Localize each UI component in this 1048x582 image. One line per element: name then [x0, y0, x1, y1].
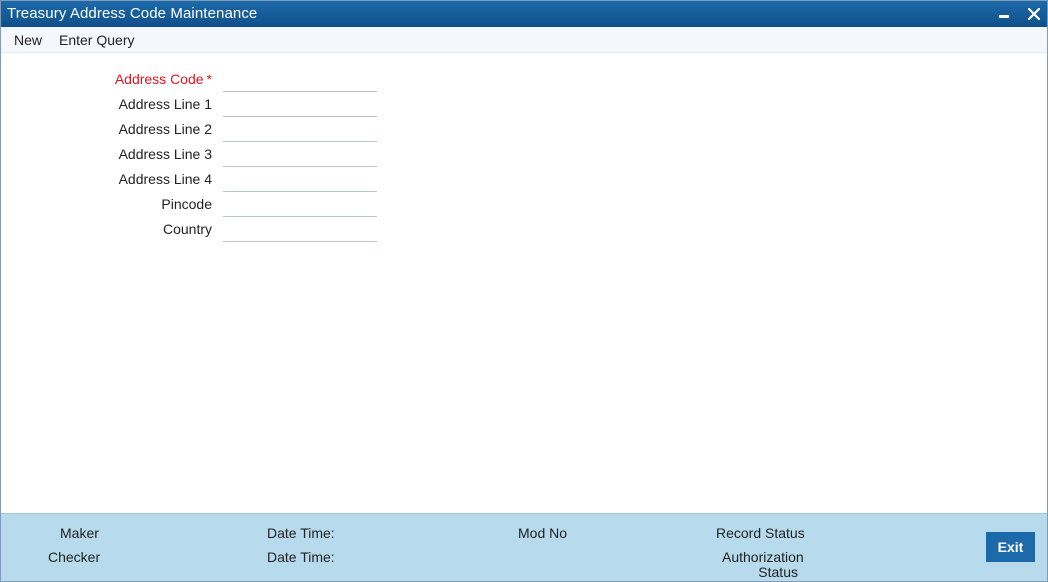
pincode-input[interactable]: [223, 194, 377, 217]
address-code-label: Address Code *: [114, 71, 212, 87]
window-title: Treasury Address Code Maintenance: [7, 5, 258, 22]
address-line-3-row: Address Line 3: [1, 144, 401, 169]
address-line-2-row: Address Line 2: [1, 119, 401, 144]
pincode-label: Pincode: [161, 196, 212, 212]
close-button[interactable]: [1023, 3, 1045, 25]
address-line-1-input[interactable]: [223, 94, 377, 117]
address-code-row: Address Code *: [1, 69, 401, 94]
address-code-input[interactable]: [223, 69, 377, 92]
minimize-button[interactable]: [993, 3, 1015, 25]
address-line-1-row: Address Line 1: [1, 94, 401, 119]
checker-date-time-label: Date Time:: [267, 549, 335, 565]
country-input[interactable]: [223, 219, 377, 242]
address-line-3-input[interactable]: [223, 144, 377, 167]
required-marker: *: [206, 71, 212, 87]
maker-label: Maker: [60, 525, 99, 541]
address-line-3-label: Address Line 3: [118, 146, 212, 162]
maker-date-time-label: Date Time:: [267, 525, 335, 541]
new-button[interactable]: New: [14, 32, 42, 48]
record-status-label: Record Status: [716, 525, 805, 541]
address-line-4-label: Address Line 4: [118, 171, 212, 187]
address-line-4-input[interactable]: [223, 169, 377, 192]
enter-query-button[interactable]: Enter Query: [59, 32, 134, 48]
authorization-status-label: Authorization Status: [722, 549, 804, 580]
address-line-1-label: Address Line 1: [118, 96, 212, 112]
mod-no-label: Mod No: [518, 525, 568, 541]
address-line-4-row: Address Line 4: [1, 169, 401, 194]
country-row: Country: [1, 219, 401, 244]
maintenance-window: Treasury Address Code Maintenance New En…: [0, 0, 1048, 582]
address-line-2-label: Address Line 2: [118, 121, 212, 137]
checker-label: Checker: [48, 549, 101, 565]
minimize-icon: [999, 14, 1009, 18]
audit-footer: Maker Checker Date Time: Date Time: Mod …: [1, 513, 1047, 581]
pincode-row: Pincode: [1, 194, 401, 219]
close-icon: [1028, 8, 1040, 20]
address-line-2-input[interactable]: [223, 119, 377, 142]
country-label: Country: [162, 221, 212, 237]
title-bar: Treasury Address Code Maintenance: [1, 1, 1047, 27]
exit-button[interactable]: Exit: [986, 532, 1035, 562]
toolbar: New Enter Query: [1, 27, 1047, 53]
